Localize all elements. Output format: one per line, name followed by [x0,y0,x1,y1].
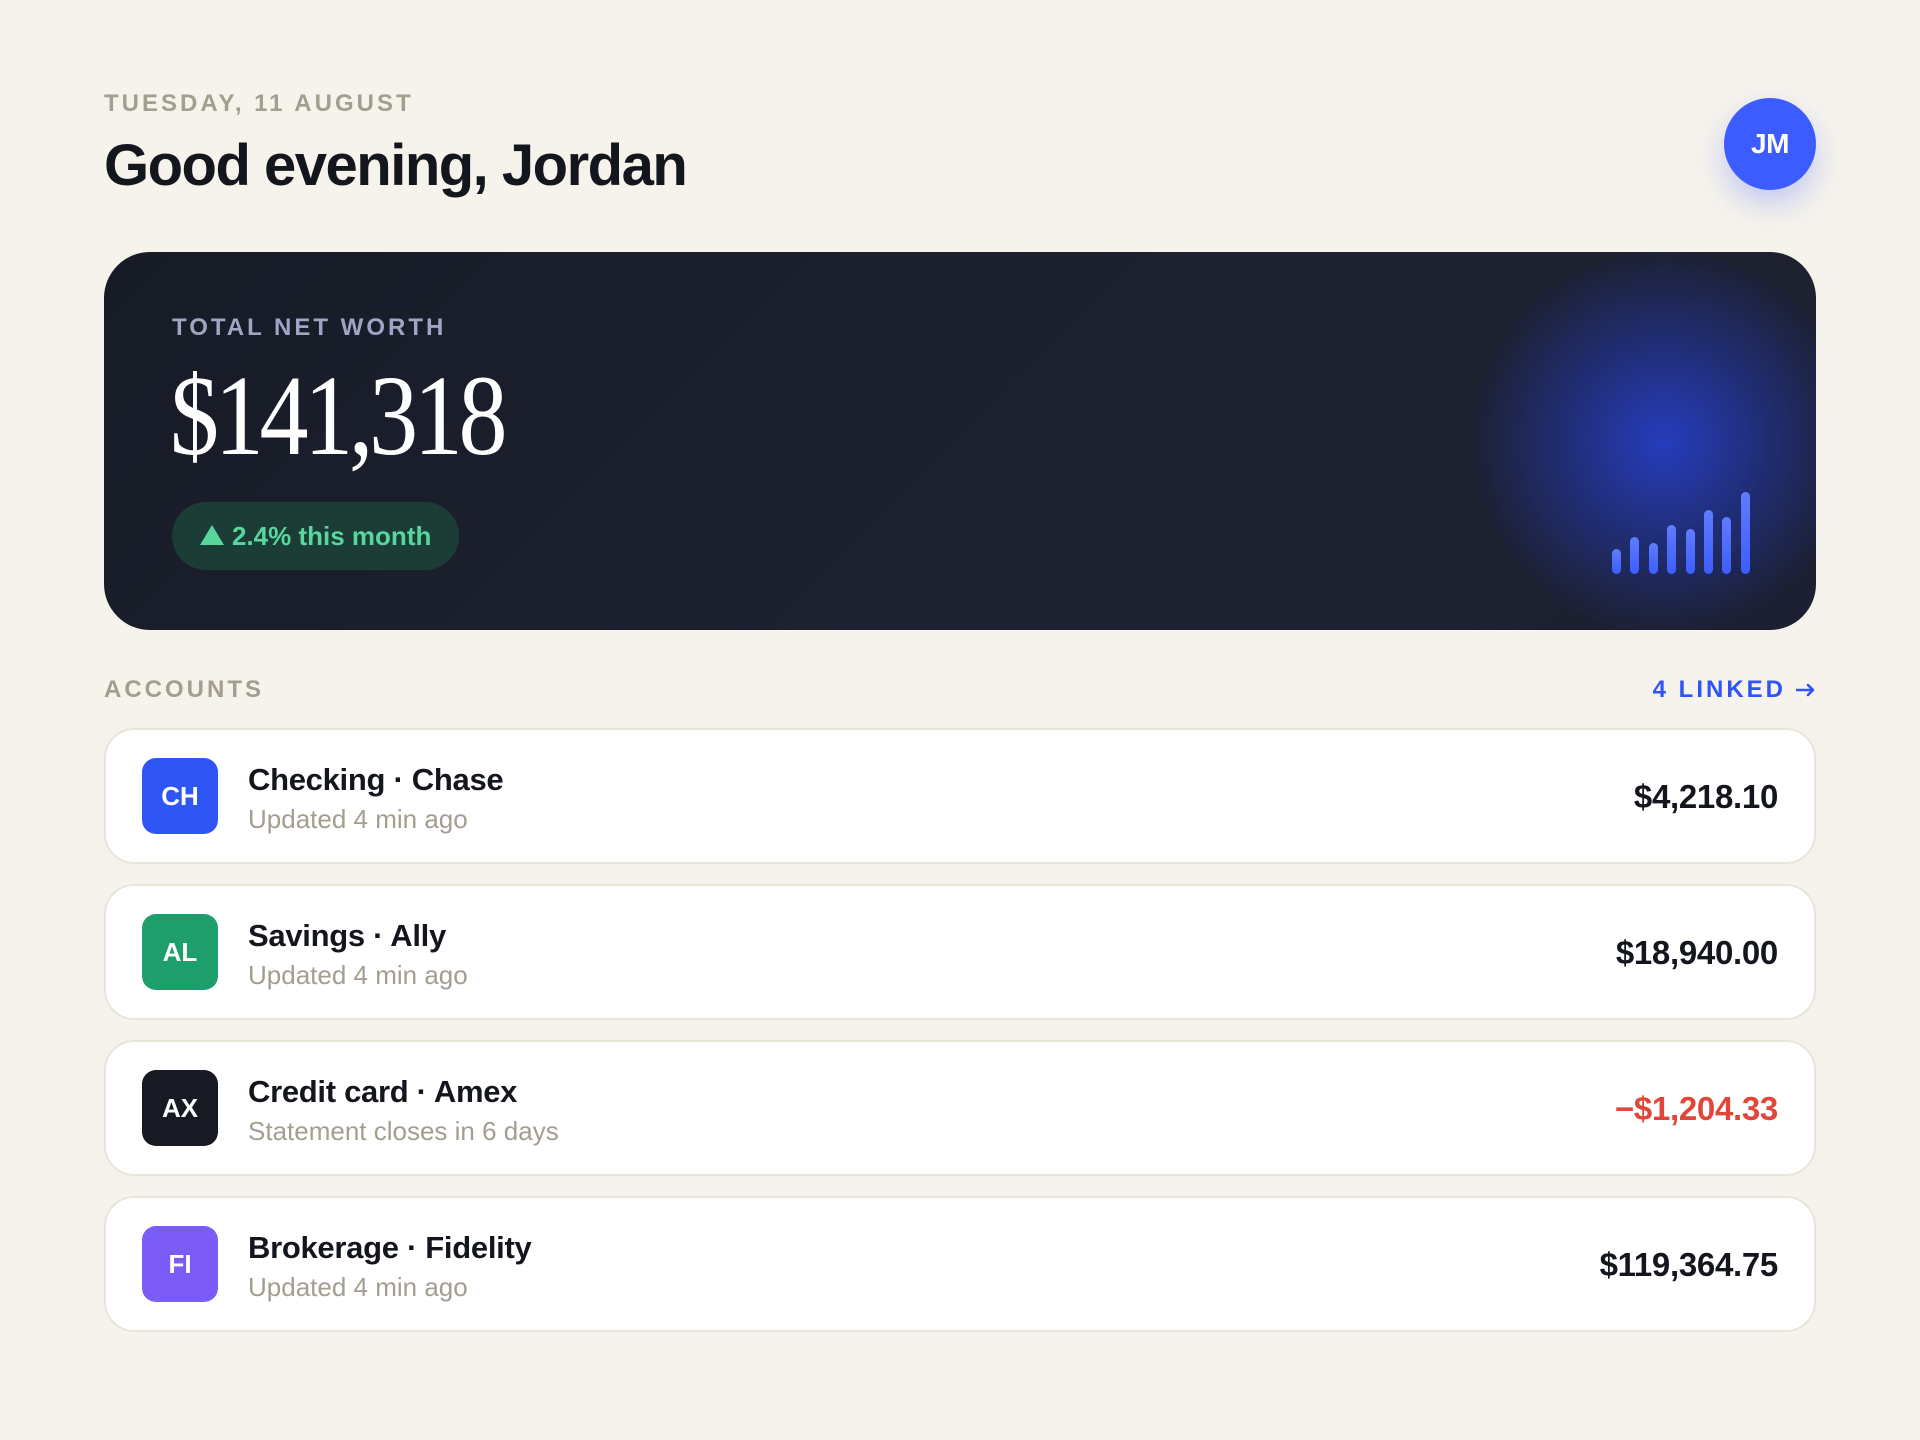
account-balance: −$1,204.33 [1614,1090,1778,1127]
linked-accounts-text: 4 LINKED [1652,676,1786,703]
account-name: Savings · Ally [248,918,446,953]
account-logo-badge: CH [142,758,218,834]
account-row[interactable]: AL Savings · Ally Updated 4 min ago $18,940… [104,884,1816,1020]
account-balance: $18,940.00 [1615,934,1778,971]
trend-bar [1685,529,1695,574]
account-logo-badge: FI [142,1226,218,1302]
account-row[interactable]: AX Credit card · Amex Statement closes in … [104,1040,1816,1176]
account-balance: $119,364.75 [1599,1246,1779,1283]
net-worth-change-badge: 2.4% this month [172,502,460,570]
linked-accounts-link[interactable]: 4 LINKED [1653,676,1816,704]
account-status: Statement closes in 6 days [248,1116,559,1146]
account-balance: $4,218.10 [1633,778,1778,815]
account-name: Checking · Chase [248,762,504,797]
trend-bar [1667,525,1677,574]
trend-bar [1722,517,1732,574]
avatar[interactable]: JM [1724,98,1816,190]
account-name: Credit card · Amex [248,1074,518,1109]
greeting-title: Good evening, Jordan [104,133,688,198]
account-status: Updated 4 min ago [248,960,468,990]
net-worth-value: $141,318 [170,352,508,479]
trend-bar [1630,537,1640,574]
net-worth-label: TOTAL NET WORTH [172,314,447,341]
account-row[interactable]: FI Brokerage · Fidelity Updated 4 min ago $… [104,1196,1816,1332]
triangle-up-icon [200,525,224,545]
dashboard-page: TUESDAY, 11 AUGUST Good evening, Jordan … [0,0,1920,1440]
account-name: Brokerage · Fidelity [248,1230,532,1265]
accounts-list: CH Checking · Chase Updated 4 min ago $4,21… [104,728,1816,1352]
trend-bar [1648,543,1658,574]
account-status: Updated 4 min ago [248,1272,468,1302]
arrow-right-icon [1796,683,1815,697]
account-logo-badge: AX [142,1070,218,1146]
current-date: TUESDAY, 11 AUGUST [104,90,414,117]
account-logo-badge: AL [142,914,218,990]
trend-bar [1704,510,1713,574]
account-status: Updated 4 min ago [248,804,468,834]
trend-bar [1612,549,1621,574]
account-row[interactable]: CH Checking · Chase Updated 4 min ago $4,21… [104,728,1816,864]
trend-bar [1740,492,1750,574]
accounts-section-label: ACCOUNTS [104,676,264,703]
net-worth-change-text: 2.4% this month [232,520,432,551]
net-worth-card: TOTAL NET WORTH $141,318 2.4% this month [104,252,1816,630]
trend-bars-chart [1612,490,1752,574]
